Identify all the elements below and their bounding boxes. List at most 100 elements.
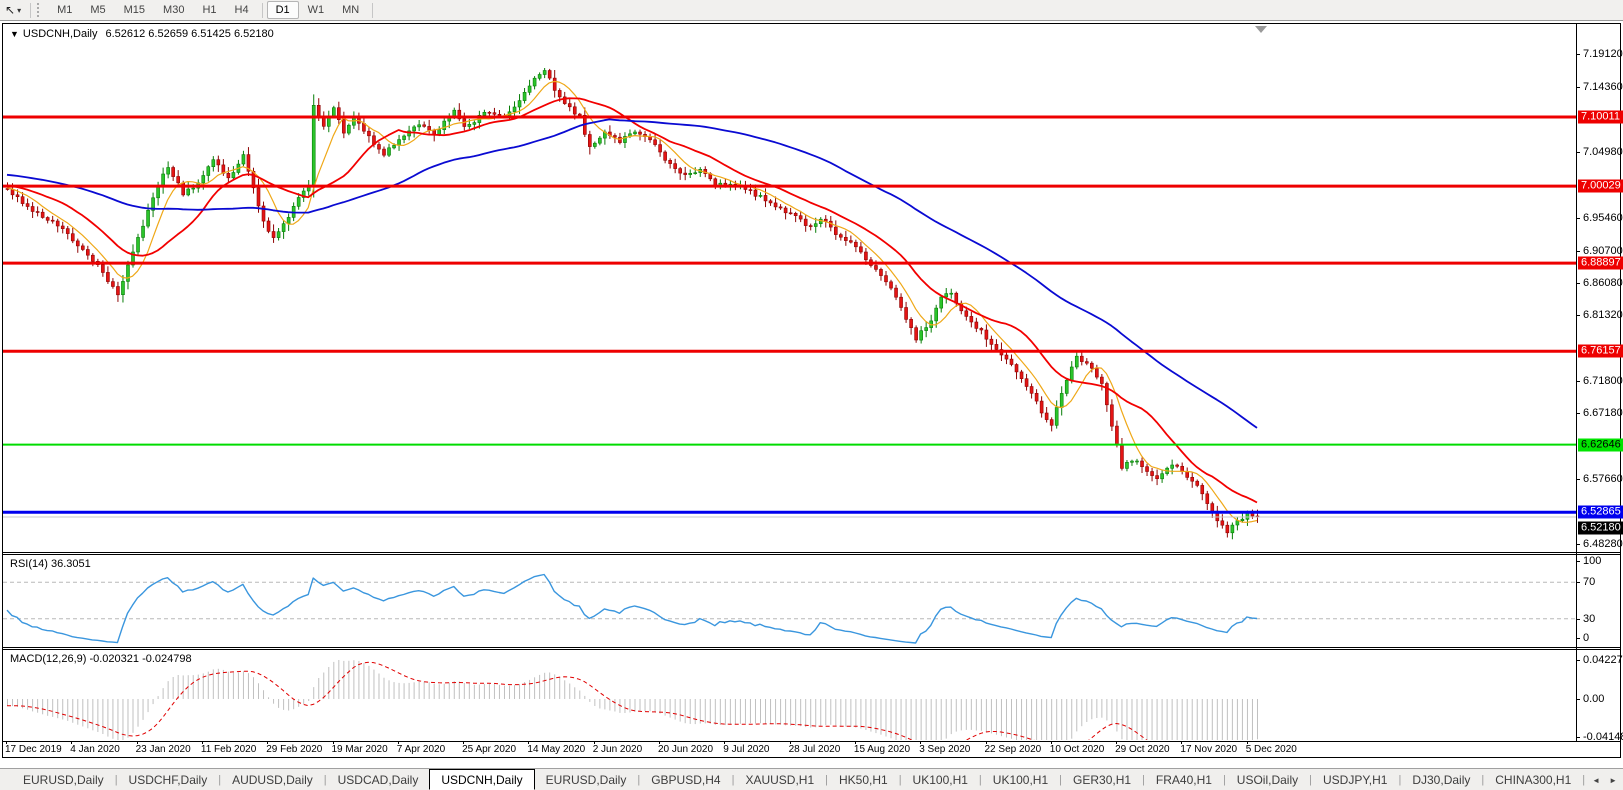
price-tick-label: 6.86080	[1576, 276, 1623, 289]
period-button-mn[interactable]: MN	[333, 1, 368, 19]
chart-tab-fra40-h1[interactable]: FRA40,H1	[1145, 769, 1223, 790]
time-axis-label: 17 Dec 2019	[5, 742, 62, 755]
period-button-h1[interactable]: H1	[193, 1, 225, 19]
chart-tab-usdcnh-daily[interactable]: USDCNH,Daily	[429, 769, 535, 790]
chart-ohlc-label: 6.52612 6.52659 6.51425 6.52180	[105, 28, 274, 40]
rsi-tick-label: 70	[1575, 576, 1596, 589]
price-tick-label: 7.19120	[1576, 48, 1623, 61]
panel-separator	[3, 649, 1620, 650]
chart-shift-marker-icon	[1255, 26, 1267, 33]
price-level-tag: 6.52180	[1578, 521, 1623, 535]
price-chart-canvas[interactable]	[3, 24, 1576, 552]
price-tick-label: 6.48280	[1576, 537, 1623, 550]
toolbar-separator	[261, 2, 263, 18]
price-tick-label: 6.81320	[1576, 309, 1623, 322]
toolbar-drag-handle[interactable]	[37, 3, 43, 17]
toolbar-separator	[30, 2, 32, 18]
rsi-canvas[interactable]	[3, 555, 1576, 646]
chart-tab-gbpusd-h4[interactable]: GBPUSD,H4	[640, 769, 731, 790]
time-axis[interactable]: 17 Dec 2019 4 Jan 2020 23 Jan 2020 11 Feb 2…	[3, 742, 1576, 757]
time-axis-label: 14 May 2020	[527, 742, 586, 755]
time-axis-label: 29 Feb 2020	[266, 742, 323, 755]
chart-tab-bar: EURUSD,Daily | USDCHF,Daily | AUDUSD,Daily | U…	[0, 768, 1623, 790]
time-axis-label: 4 Jan 2020	[70, 742, 120, 755]
tab-scroll-buttons: ◄ ►	[1588, 770, 1623, 790]
rsi-tick-label: 0	[1575, 632, 1590, 644]
panel-separator	[3, 554, 1620, 555]
price-level-tag: 6.62646	[1578, 438, 1623, 452]
macd-tick-label: 0.00	[1575, 693, 1605, 705]
chart-tab-eurusd-daily[interactable]: EURUSD,Daily	[12, 769, 115, 790]
chart-window: ▼ USDCNH,Daily 6.52612 6.52659 6.51425 6.5…	[2, 23, 1623, 758]
macd-canvas[interactable]	[3, 650, 1576, 740]
time-axis-label: 7 Apr 2020	[396, 742, 446, 755]
cursor-glyph-icon: ↖	[5, 3, 16, 17]
chart-tab-dj30-daily[interactable]: DJ30,Daily	[1401, 769, 1481, 790]
time-axis-label: 22 Sep 2020	[984, 742, 1042, 755]
panel-separator[interactable]	[3, 552, 1620, 553]
panel-separator[interactable]	[3, 647, 1620, 648]
price-level-tag: 7.10011	[1578, 110, 1623, 124]
price-tick-label: 6.71800	[1576, 375, 1623, 388]
price-tick-label: 7.04980	[1576, 145, 1623, 158]
time-axis-label: 2 Jun 2020	[592, 742, 643, 755]
time-axis-label: 23 Jan 2020	[135, 742, 191, 755]
time-axis-label: 11 Feb 2020	[200, 742, 257, 755]
time-axis-label: 20 Jun 2020	[658, 742, 714, 755]
tab-scroll-left-icon[interactable]: ◄	[1592, 776, 1600, 785]
period-button-d1[interactable]: D1	[266, 1, 299, 19]
price-tick-label: 7.14360	[1576, 80, 1623, 93]
period-button-h4[interactable]: H4	[226, 1, 258, 19]
toolbar-separator	[372, 2, 374, 18]
macd-label: MACD(12,26,9) -0.020321 -0.024798	[10, 653, 192, 665]
price-level-tag: 6.88897	[1578, 256, 1623, 270]
chart-tab-uk100-h1[interactable]: UK100,H1	[902, 769, 979, 790]
period-button-m30[interactable]: M30	[154, 1, 193, 19]
price-tick-label: 6.90700	[1576, 244, 1623, 257]
period-button-m5[interactable]: M5	[81, 1, 114, 19]
price-level-tag: 6.52865	[1578, 505, 1623, 519]
macd-tick-label: 0.042275	[1576, 654, 1623, 666]
chart-dropdown-icon[interactable]: ▼	[10, 29, 19, 39]
time-axis-label: 9 Jul 2020	[723, 742, 770, 755]
rsi-tick-label: 100	[1575, 555, 1602, 567]
time-axis-label: 19 Mar 2020	[331, 742, 388, 755]
time-axis-label: 25 Apr 2020	[462, 742, 517, 755]
time-axis-label: 17 Nov 2020	[1180, 742, 1238, 755]
period-button-group: M1 M5 M15 M30 H1 H4 D1 W1 MN	[48, 1, 368, 19]
price-tick-label: 6.67180	[1576, 407, 1623, 420]
price-tick-label: 6.95460	[1576, 211, 1623, 224]
dropdown-arrow-icon: ▾	[17, 5, 22, 15]
macd-tick-label: -0.04148	[1575, 731, 1623, 743]
chart-tab-xauusd-h1[interactable]: XAUUSD,H1	[734, 769, 825, 790]
period-button-m15[interactable]: M15	[115, 1, 154, 19]
rsi-tick-label: 30	[1575, 612, 1596, 625]
chart-title: ▼ USDCNH,Daily 6.52612 6.52659 6.51425 6.5…	[10, 28, 274, 40]
rsi-label: RSI(14) 36.3051	[10, 558, 91, 570]
chart-symbol-label: USDCNH,Daily	[22, 28, 98, 40]
price-tick-label: 6.57660	[1576, 473, 1623, 486]
chart-tab-usdcad-daily[interactable]: USDCAD,Daily	[327, 769, 430, 790]
chart-tab-uk100-h1[interactable]: UK100,H1	[982, 769, 1059, 790]
chart-tab-hk50-h1[interactable]: HK50,H1	[828, 769, 899, 790]
cursor-tool-icon[interactable]: ↖ ▾	[0, 3, 26, 17]
chart-tab-usdchf-daily[interactable]: USDCHF,Daily	[118, 769, 219, 790]
chart-tab-audusd-daily[interactable]: AUDUSD,Daily	[221, 769, 324, 790]
timeframe-toolbar: ↖ ▾ M1 M5 M15 M30 H1 H4 D1 W1 MN	[0, 0, 1623, 21]
chart-tab-eurusd-daily[interactable]: EURUSD,Daily	[535, 769, 638, 790]
price-axis[interactable]: 7.19120 7.14360 7.04980 6.95460 6.90700 6.860…	[1575, 24, 1623, 743]
chart-tab-usdjpy-h1[interactable]: USDJPY,H1	[1312, 769, 1398, 790]
period-button-m1[interactable]: M1	[48, 1, 81, 19]
price-level-tag: 7.00029	[1578, 179, 1623, 193]
chart-tab-ger30-h1[interactable]: GER30,H1	[1062, 769, 1142, 790]
tab-scroll-right-icon[interactable]: ►	[1609, 776, 1617, 785]
chart-tab-china300-h1[interactable]: CHINA300,H1	[1484, 769, 1582, 790]
chart-tab-usoil-daily[interactable]: USOil,Daily	[1226, 769, 1309, 790]
panel-separator	[3, 741, 1620, 742]
time-axis-label: 3 Sep 2020	[919, 742, 971, 755]
price-level-tag: 6.76157	[1578, 344, 1623, 358]
period-button-w1[interactable]: W1	[299, 1, 334, 19]
time-axis-label: 15 Aug 2020	[853, 742, 911, 755]
time-axis-label: 29 Oct 2020	[1115, 742, 1170, 755]
time-axis-label: 10 Oct 2020	[1049, 742, 1105, 755]
